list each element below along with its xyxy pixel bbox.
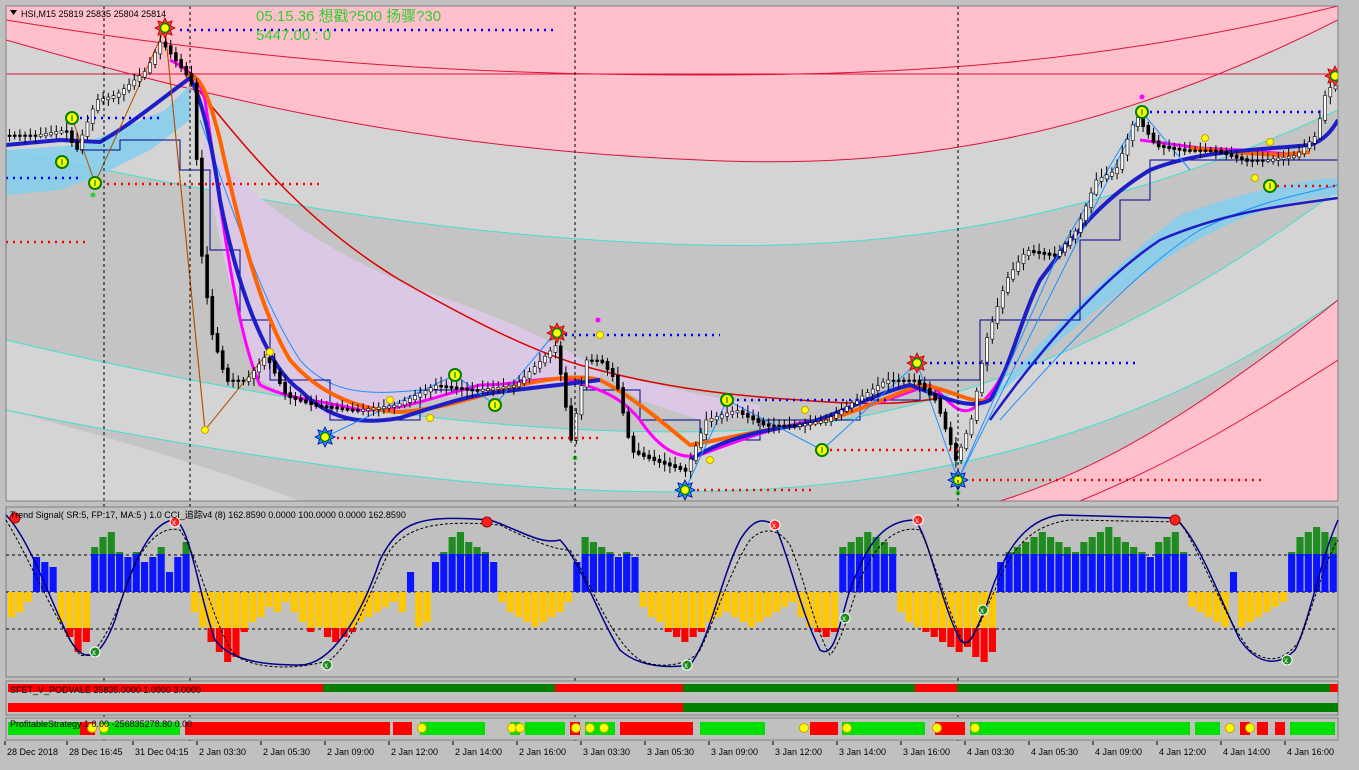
profitable-strategy-pane[interactable]: ProfitableStrategy 1 0.00 -256835278.80 …	[5, 717, 1339, 741]
time-axis-label: 4 Jan 16:00	[1287, 747, 1334, 757]
time-axis-label: 4 Jan 05:30	[1031, 747, 1078, 757]
time-axis-label: 4 Jan 14:00	[1223, 747, 1270, 757]
svg-text:x: x	[92, 648, 96, 657]
time-axis-label: 28 Dec 16:45	[69, 747, 123, 757]
profitable-strategy-bars	[8, 722, 1335, 735]
time-axis-label: 4 Jan 09:00	[1095, 747, 1142, 757]
time-axis-label: 2 Jan 12:00	[391, 747, 438, 757]
symbol-header: HSI,M15 25819 25835 25804 25814	[21, 9, 166, 19]
time-axis-label: 3 Jan 12:00	[775, 747, 822, 757]
svg-text:x: x	[772, 521, 776, 530]
profitable-strategy-label: ProfitableStrategy 1 0.00 -256835278.80 …	[10, 719, 192, 729]
time-axis-label: 3 Jan 09:00	[711, 747, 758, 757]
time-axis-label: 4 Jan 03:30	[967, 747, 1014, 757]
trend-signal-pane[interactable]: x xxxx xxxx Trend Signal( SR:5, FP:17, MA:…	[5, 506, 1339, 678]
trend-signal-label: Trend Signal( SR:5, FP:17, MA:5 ) 1.0 CC…	[10, 509, 406, 520]
time-axis-label: 2 Jan 05:30	[263, 747, 310, 757]
time-axis-label: 2 Jan 09:00	[327, 747, 374, 757]
time-axis-label: 2 Jan 14:00	[455, 747, 502, 757]
overlay-text-line2: 5447.00 : 0	[256, 27, 331, 44]
chart-canvas[interactable]: x xxxx xxxx Trend Signal( SR:5, FP:17, MA:…	[0, 0, 1359, 765]
time-axis-label: 2 Jan 03:30	[199, 747, 246, 757]
svg-text:x: x	[324, 661, 328, 670]
time-axis-label: 3 Jan 05:30	[647, 747, 694, 757]
svg-text:x: x	[842, 614, 846, 623]
time-axis-label: 31 Dec 04:15	[135, 747, 189, 757]
time-axis-label: 3 Jan 03:30	[583, 747, 630, 757]
podvale-pane[interactable]: SFET_V_PODVALE 25835.0000 1.0000 3.0000	[5, 680, 1339, 716]
time-axis: 28 Dec 2018 28 Dec 16:45 31 Dec 04:15 2 Jan…	[4, 741, 1334, 757]
podvale-label: SFET_V_PODVALE 25835.0000 1.0000 3.0000	[10, 685, 201, 695]
mt4-chart-window: xxxxxxxxx Trend Signal( SR:5, FP:17, MA:…	[0, 0, 1359, 765]
time-axis-label: 2 Jan 16:00	[519, 747, 566, 757]
time-axis-label: 3 Jan 14:00	[839, 747, 886, 757]
svg-text:x: x	[915, 516, 919, 525]
svg-text:x: x	[684, 661, 688, 670]
overlay-text-line1: 05.15.36 想戳?500 扬骤?30	[256, 8, 441, 25]
time-axis-label: 3 Jan 16:00	[903, 747, 950, 757]
svg-text:x: x	[1284, 656, 1288, 665]
svg-text:x: x	[980, 606, 984, 615]
time-axis-label: 4 Jan 12:00	[1159, 747, 1206, 757]
time-axis-label: 28 Dec 2018	[7, 747, 58, 757]
